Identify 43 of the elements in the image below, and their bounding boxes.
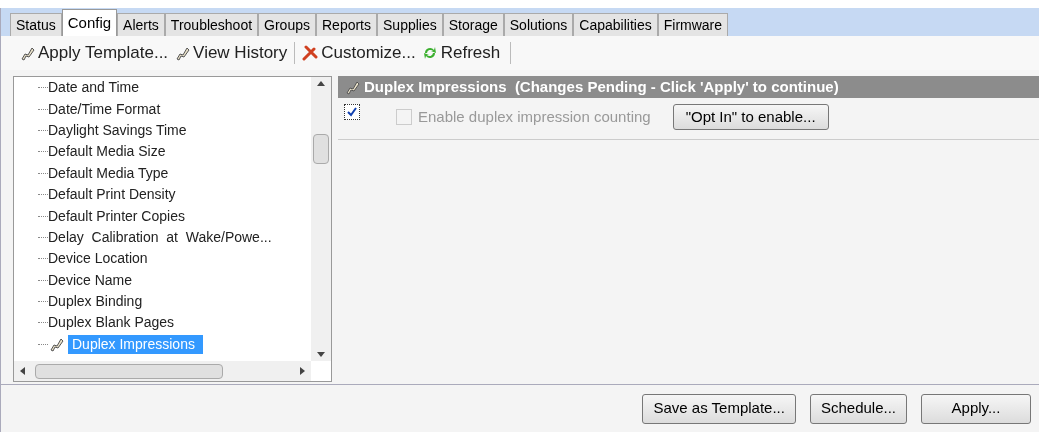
tab[interactable]: Status xyxy=(10,13,62,36)
left-arrow-icon xyxy=(20,367,25,375)
tree-item[interactable]: Default Media Size xyxy=(48,142,166,162)
tree-item[interactable]: Device Location xyxy=(48,249,148,269)
tab[interactable]: Troubleshoot xyxy=(164,13,259,36)
tab[interactable]: Config xyxy=(61,9,118,36)
action-button[interactable]: Apply... xyxy=(921,393,1031,424)
tab[interactable]: Solutions xyxy=(503,13,574,36)
right-arrow-icon xyxy=(300,367,305,375)
checkbox-label: Enable duplex impression counting xyxy=(418,107,651,127)
tab[interactable]: Reports xyxy=(316,13,377,36)
opt-in-button[interactable]: "Opt In" to enable... xyxy=(672,104,829,130)
tree-item[interactable]: Device Name xyxy=(48,270,133,290)
toolbar-button[interactable]: Refresh xyxy=(419,40,503,66)
toolbar-button[interactable]: Customize... xyxy=(300,40,418,66)
action-button[interactable]: Schedule... xyxy=(809,393,907,424)
tab[interactable]: Firmware xyxy=(657,13,729,36)
toolbar-button[interactable]: Apply Template... xyxy=(17,40,171,66)
scrollbar-thumb[interactable] xyxy=(313,134,329,164)
tree-item[interactable]: Delay Calibration at Wake/Powe... xyxy=(48,227,272,247)
tree-item[interactable]: Date/Time Format xyxy=(48,99,161,119)
horizontal-scrollbar[interactable] xyxy=(14,361,311,381)
tree-item[interactable]: Daylight Savings Time xyxy=(48,120,187,140)
tree-item[interactable]: Date and Time xyxy=(48,78,140,98)
tab[interactable]: Alerts xyxy=(117,13,165,36)
tree-item[interactable]: Default Print Density xyxy=(48,185,176,205)
tree-item[interactable]: Default Printer Copies xyxy=(48,206,185,226)
tab[interactable]: Supplies xyxy=(377,13,443,36)
tree-item[interactable]: Duplex Binding xyxy=(48,292,143,312)
toolbar-button[interactable]: View History xyxy=(172,40,290,66)
tab[interactable]: Groups xyxy=(258,13,316,36)
tab[interactable]: Storage xyxy=(442,13,504,36)
scrollbar-thumb[interactable] xyxy=(35,363,223,379)
panel-title: Duplex Impressions (Changes Pending - Click 'Apply' to continue) xyxy=(364,76,839,97)
up-arrow-icon xyxy=(317,81,325,86)
checkbox[interactable] xyxy=(344,104,360,120)
tab[interactable]: Capabilities xyxy=(573,13,658,36)
tree-item[interactable]: Default Media Type xyxy=(48,163,169,183)
action-button[interactable]: Save as Template... xyxy=(642,393,796,424)
refresh-icon xyxy=(421,45,438,61)
tree-item[interactable]: Duplex Blank Pages xyxy=(48,313,175,333)
down-arrow-icon xyxy=(317,352,325,357)
vertical-scrollbar[interactable] xyxy=(311,77,331,361)
